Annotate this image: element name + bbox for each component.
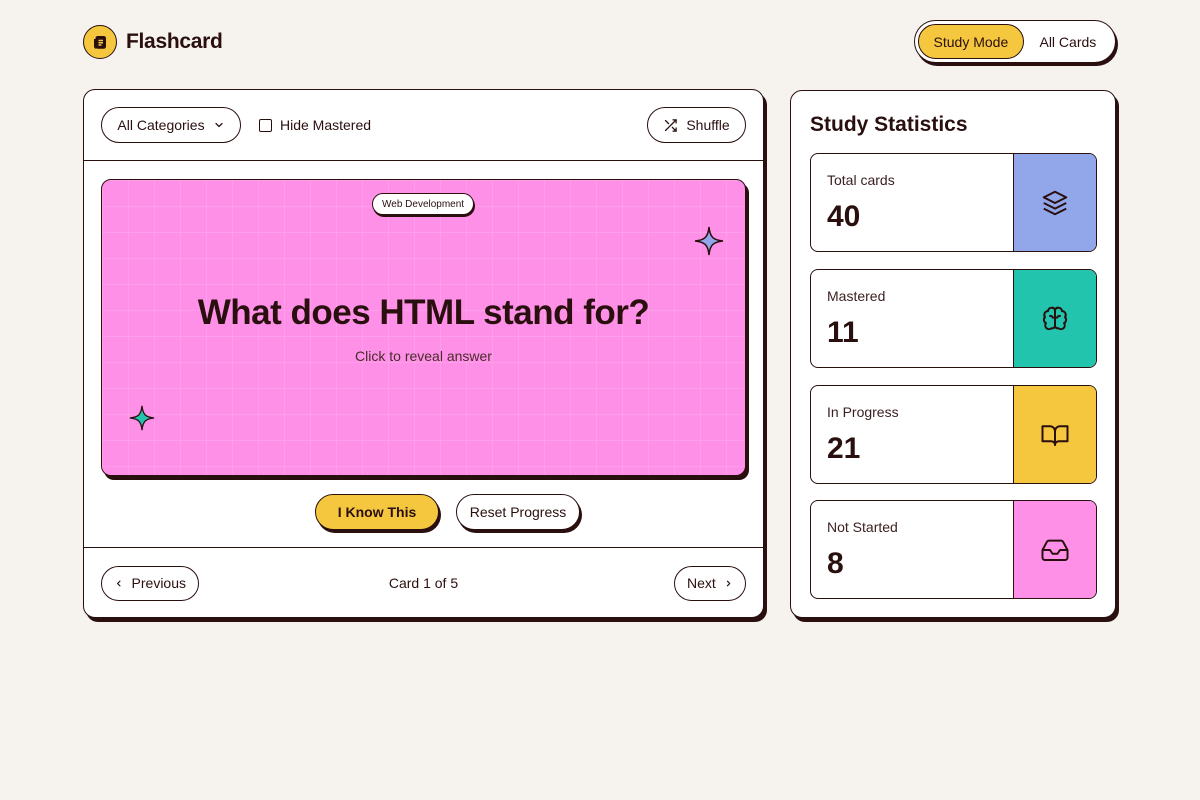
shuffle-icon <box>665 118 678 132</box>
hide-mastered-toggle[interactable]: Hide Mastered <box>259 117 371 133</box>
card-actions: I Know This Reset Progress <box>84 494 763 530</box>
study-mode-button[interactable]: Study Mode <box>918 24 1024 59</box>
stat-label: In Progress <box>827 404 899 420</box>
stat-value: 11 <box>827 316 859 349</box>
brain-icon <box>1013 270 1096 367</box>
stat-mastered: Mastered 11 <box>810 269 1097 368</box>
study-panel: All Categories Hide Mastered Shuffle Web… <box>83 89 764 618</box>
next-label: Next <box>687 575 716 591</box>
hide-mastered-label: Hide Mastered <box>280 117 372 133</box>
reset-progress-button[interactable]: Reset Progress <box>456 494 580 530</box>
card-category-badge: Web Development <box>372 193 475 215</box>
mode-toggle: Study Mode All Cards <box>914 20 1116 63</box>
stat-label: Total cards <box>827 172 895 188</box>
previous-button[interactable]: Previous <box>101 565 199 601</box>
hide-mastered-checkbox[interactable] <box>259 118 272 132</box>
shuffle-button[interactable]: Shuffle <box>647 107 746 143</box>
i-know-this-button[interactable]: I Know This <box>315 494 439 530</box>
chevron-right-icon <box>726 580 731 586</box>
book-open-icon <box>1013 386 1096 483</box>
brand: Flashcard <box>83 25 223 59</box>
category-dropdown-label: All Categories <box>117 117 205 133</box>
flashcard-logo-icon <box>83 25 117 59</box>
category-dropdown[interactable]: All Categories <box>101 107 241 143</box>
study-toolbar: All Categories Hide Mastered Shuffle <box>84 90 763 161</box>
sparkle-icon <box>694 226 724 256</box>
card-navigation: Previous Card 1 of 5 Next <box>84 547 763 618</box>
stat-in-progress: In Progress 21 <box>810 385 1097 484</box>
chevron-down-icon <box>214 122 223 128</box>
stat-total-cards: Total cards 40 <box>810 153 1097 252</box>
app: Flashcard Study Mode All Cards All Categ… <box>0 0 1200 800</box>
chevron-left-icon <box>116 580 121 586</box>
card-question: What does HTML stand for? <box>197 293 650 332</box>
stat-value: 40 <box>827 200 861 233</box>
brand-name: Flashcard <box>126 30 223 53</box>
stat-value: 8 <box>827 547 844 580</box>
stat-label: Not Started <box>827 519 898 535</box>
next-button[interactable]: Next <box>674 565 746 601</box>
all-cards-button[interactable]: All Cards <box>1024 24 1112 59</box>
sparkle-icon <box>129 405 155 431</box>
inbox-icon <box>1013 501 1096 598</box>
shuffle-label: Shuffle <box>686 117 730 133</box>
stats-title: Study Statistics <box>810 113 968 136</box>
stat-value: 21 <box>827 432 861 465</box>
stat-label: Mastered <box>827 288 886 304</box>
stats-panel: Study Statistics Total cards 40 Mastered… <box>790 90 1116 618</box>
reveal-hint: Click to reveal answer <box>355 348 492 364</box>
previous-label: Previous <box>131 575 186 591</box>
layers-icon <box>1013 154 1096 251</box>
stat-not-started: Not Started 8 <box>810 500 1097 599</box>
flashcard[interactable]: Web Development What does HTML stand for… <box>101 179 746 476</box>
